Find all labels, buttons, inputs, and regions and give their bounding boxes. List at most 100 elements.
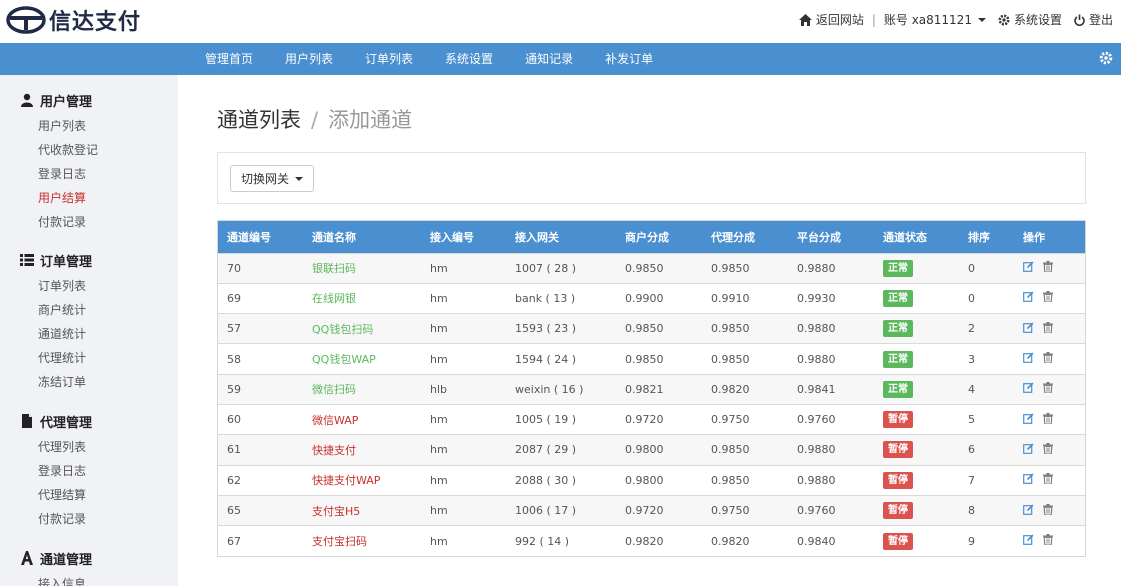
access-number: hm bbox=[430, 443, 448, 457]
power-icon bbox=[1074, 14, 1085, 26]
home-link[interactable]: 返回网站 bbox=[798, 11, 864, 28]
status-badge[interactable]: 暂停 bbox=[883, 502, 913, 520]
status-badge[interactable]: 暂停 bbox=[883, 532, 913, 550]
sidebar-item-access-info[interactable]: 接入信息 bbox=[38, 572, 92, 586]
channel-name-link[interactable]: 快捷支付WAP bbox=[303, 465, 421, 495]
sidebar-item-order-list[interactable]: 订单列表 bbox=[38, 274, 92, 298]
row-actions bbox=[1023, 321, 1053, 333]
edit-icon[interactable] bbox=[1023, 352, 1034, 363]
agent-share: 0.9820 bbox=[711, 382, 750, 396]
channel-name-link[interactable]: 支付宝H5 bbox=[303, 495, 421, 525]
status-badge[interactable]: 正常 bbox=[883, 289, 913, 307]
agent-share: 0.9750 bbox=[711, 504, 750, 518]
edit-icon[interactable] bbox=[1023, 261, 1034, 273]
agent-share: 0.9850 bbox=[711, 443, 750, 457]
trash-icon[interactable] bbox=[1043, 503, 1053, 515]
logo-mark-icon bbox=[6, 6, 46, 34]
sidebar-item-agent-list[interactable]: 代理列表 bbox=[38, 435, 92, 459]
status-badge[interactable]: 正常 bbox=[883, 259, 913, 277]
channel-name-link[interactable]: 银联扫码 bbox=[303, 253, 421, 283]
edit-icon[interactable] bbox=[1023, 443, 1034, 454]
sidebar-item-user-settlement[interactable]: 用户结算 bbox=[38, 186, 98, 210]
sidebar-heading: 用户管理 bbox=[20, 90, 98, 110]
status-badge[interactable]: 暂停 bbox=[883, 471, 913, 489]
status-badge[interactable]: 正常 bbox=[883, 320, 913, 338]
trash-icon[interactable] bbox=[1043, 534, 1053, 546]
edit-icon[interactable] bbox=[1023, 504, 1034, 515]
sidebar-item-payment-records[interactable]: 付款记录 bbox=[38, 210, 98, 234]
trash-icon[interactable] bbox=[1043, 442, 1053, 454]
sidebar-item-agent-stats[interactable]: 代理统计 bbox=[38, 346, 92, 370]
platform-share: 0.9880 bbox=[797, 322, 836, 336]
access-gateway: weixin ( 16 ) bbox=[515, 382, 584, 396]
sidebar-group-users: 用户管理 用户列表 代收款登记 登录日志 用户结算 付款记录 bbox=[20, 90, 98, 234]
nav-item-notifications[interactable]: 通知记录 bbox=[509, 43, 589, 75]
edit-icon[interactable] bbox=[1023, 473, 1034, 485]
nav-item-home[interactable]: 管理首页 bbox=[189, 43, 269, 75]
access-gateway: 992 ( 14 ) bbox=[515, 534, 570, 548]
edit-icon[interactable] bbox=[1023, 534, 1034, 545]
channel-id: 60 bbox=[227, 413, 241, 427]
channel-name-link[interactable]: 微信扫码 bbox=[303, 374, 421, 404]
access-number: hm bbox=[430, 261, 448, 275]
edit-icon[interactable] bbox=[1023, 413, 1034, 424]
sidebar-item-agent-payment-records[interactable]: 付款记录 bbox=[38, 507, 92, 531]
logout-link[interactable]: 登出 bbox=[1074, 11, 1113, 28]
column-header: 商户分成 bbox=[625, 230, 669, 244]
table-row: 61 快捷支付 hm 2087 ( 29 ) 0.9800 0.9850 0.9880 暂停 6 bbox=[218, 434, 1085, 466]
status-badge[interactable]: 暂停 bbox=[883, 441, 913, 459]
channel-name-link[interactable]: 在线网银 bbox=[303, 283, 421, 313]
actions-cell bbox=[1014, 374, 1085, 404]
status-badge[interactable]: 正常 bbox=[883, 380, 913, 398]
status-cell: 暂停 bbox=[874, 435, 959, 465]
access-number: hm bbox=[430, 322, 448, 336]
channel-name-link[interactable]: QQ钱包WAP bbox=[303, 344, 421, 374]
edit-icon[interactable] bbox=[1023, 382, 1034, 394]
trash-icon[interactable] bbox=[1043, 382, 1053, 394]
trash-icon[interactable] bbox=[1043, 473, 1053, 485]
nav-item-settings[interactable]: 系统设置 bbox=[429, 43, 509, 75]
sidebar-item-user-list[interactable]: 用户列表 bbox=[38, 114, 98, 138]
channel-name-link[interactable]: QQ钱包扫码 bbox=[303, 314, 421, 344]
column-header: 接入网关 bbox=[515, 230, 559, 244]
nav-item-users[interactable]: 用户列表 bbox=[269, 43, 349, 75]
table-row: 67 支付宝扫码 hm 992 ( 14 ) 0.9820 0.9820 0.9840 暂停 9 bbox=[218, 525, 1085, 556]
column-header: 平台分成 bbox=[797, 230, 841, 244]
trash-icon[interactable] bbox=[1043, 352, 1053, 364]
status-cell: 正常 bbox=[874, 374, 959, 404]
sidebar-item-login-log[interactable]: 登录日志 bbox=[38, 162, 98, 186]
sidebar-item-channel-stats[interactable]: 通道统计 bbox=[38, 322, 92, 346]
sidebar-item-agent-login-log[interactable]: 登录日志 bbox=[38, 459, 92, 483]
account-dropdown[interactable]: 账号 xa811121 bbox=[884, 11, 986, 28]
access-number: hm bbox=[430, 504, 448, 518]
channel-name-link[interactable]: 微信WAP bbox=[303, 404, 421, 434]
channel-name-link[interactable]: 支付宝扫码 bbox=[303, 526, 421, 556]
add-channel-link[interactable]: 添加通道 bbox=[328, 108, 412, 132]
file-icon bbox=[22, 414, 32, 428]
nav-gear-icon[interactable] bbox=[1099, 51, 1113, 65]
nav-item-orders[interactable]: 订单列表 bbox=[349, 43, 429, 75]
trash-icon[interactable] bbox=[1043, 412, 1053, 424]
table-row: 70 银联扫码 hm 1007 ( 28 ) 0.9850 0.9850 0.9880 正常 0 bbox=[218, 253, 1085, 284]
channel-name-link[interactable]: 快捷支付 bbox=[303, 435, 421, 465]
access-gateway: 1007 ( 28 ) bbox=[515, 261, 577, 275]
trash-icon[interactable] bbox=[1043, 291, 1053, 303]
status-badge[interactable]: 正常 bbox=[883, 350, 913, 368]
edit-icon[interactable] bbox=[1023, 291, 1034, 303]
trash-icon[interactable] bbox=[1043, 261, 1053, 273]
switch-gateway-button[interactable]: 切换网关 bbox=[230, 165, 315, 192]
sidebar-item-collection-register[interactable]: 代收款登记 bbox=[38, 138, 98, 162]
sidebar-item-agent-settlement[interactable]: 代理结算 bbox=[38, 483, 92, 507]
settings-link[interactable]: 系统设置 bbox=[998, 11, 1062, 28]
sidebar-heading-label: 代理管理 bbox=[40, 415, 93, 431]
sidebar-heading-label: 订单管理 bbox=[40, 254, 93, 270]
nav-item-resend-orders[interactable]: 补发订单 bbox=[589, 43, 669, 75]
sidebar-item-frozen-orders[interactable]: 冻结订单 bbox=[38, 370, 92, 394]
edit-icon[interactable] bbox=[1023, 322, 1034, 333]
merchant-share: 0.9720 bbox=[625, 413, 664, 427]
sidebar-item-merchant-stats[interactable]: 商户统计 bbox=[38, 298, 92, 322]
brand-logo[interactable]: 信达支付 bbox=[6, 5, 141, 35]
sidebar-heading: 订单管理 bbox=[20, 250, 92, 270]
trash-icon[interactable] bbox=[1043, 321, 1053, 333]
status-badge[interactable]: 暂停 bbox=[883, 411, 913, 429]
